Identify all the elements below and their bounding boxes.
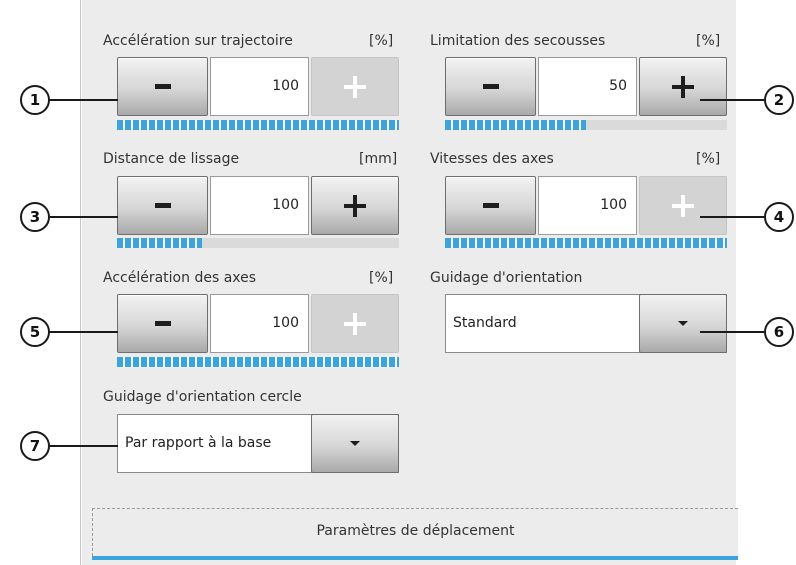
path-accel-label: Accélération sur trajectoire: [103, 33, 293, 49]
orientation-guidance-value: Standard: [453, 315, 517, 331]
level-fill: [445, 238, 727, 248]
callout-3: 3: [20, 202, 50, 232]
jerk-limit-label: Limitation des secousses: [430, 33, 606, 49]
orientation-guidance-label: Guidage d'orientation: [430, 270, 583, 286]
axis-accel-label: Accélération des axes: [103, 270, 257, 286]
level-fill: [117, 357, 399, 367]
jerk-limit-level-bar: [445, 120, 727, 130]
path-accel-plus-button[interactable]: [311, 57, 399, 116]
jerk-limit-unit: [%]: [696, 33, 721, 49]
level-fill: [117, 120, 399, 130]
callout-leader: [46, 445, 118, 447]
tab-underline: [92, 556, 738, 560]
circle-orientation-select[interactable]: Par rapport à la base: [117, 414, 399, 473]
motion-parameters-tab[interactable]: Paramètres de déplacement: [92, 508, 738, 556]
orientation-guidance-select[interactable]: Standard: [445, 294, 727, 353]
circle-orientation-dropdown-button[interactable]: [311, 414, 399, 473]
smoothing-distance-plus-button[interactable]: [311, 176, 399, 235]
panel-margin: [736, 0, 796, 565]
callout-leader: [46, 216, 118, 218]
smoothing-distance-minus-button[interactable]: [117, 176, 208, 235]
smoothing-distance-value[interactable]: 100: [210, 176, 309, 235]
path-accel-value[interactable]: 100: [210, 57, 309, 116]
plus-icon: [672, 75, 694, 98]
axis-speed-label: Vitesses des axes: [430, 151, 554, 167]
callout-6: 6: [764, 317, 794, 347]
callout-1: 1: [20, 85, 50, 115]
smoothing-distance-level-bar: [117, 238, 399, 248]
jerk-limit-plus-button[interactable]: [639, 57, 727, 116]
axis-speed-plus-button[interactable]: [639, 176, 727, 235]
path-accel-unit: [%]: [369, 33, 394, 49]
level-fill: [117, 238, 202, 248]
path-accel-minus-button[interactable]: [117, 57, 208, 116]
callout-5: 5: [20, 317, 50, 347]
axis-accel-level-bar: [117, 357, 399, 367]
level-fill: [445, 120, 586, 130]
axis-speed-unit: [%]: [696, 151, 721, 167]
axis-accel-value[interactable]: 100: [210, 294, 309, 353]
circle-orientation-label: Guidage d'orientation cercle: [103, 389, 302, 405]
axis-speed-level-bar: [445, 238, 727, 248]
axis-accel-minus-button[interactable]: [117, 294, 208, 353]
callout-leader: [700, 99, 766, 101]
plus-icon: [344, 75, 366, 98]
axis-accel-unit: [%]: [369, 270, 394, 286]
circle-orientation-value: Par rapport à la base: [125, 435, 272, 451]
callout-7: 7: [20, 431, 50, 461]
axis-speed-value[interactable]: 100: [538, 176, 637, 235]
orientation-guidance-dropdown-button[interactable]: [639, 294, 727, 353]
plus-icon: [344, 312, 366, 335]
plus-icon: [344, 194, 366, 217]
callout-leader: [700, 331, 766, 333]
triangle-down-icon: [350, 441, 360, 446]
callout-2: 2: [764, 85, 794, 115]
minus-icon: [154, 203, 171, 208]
callout-leader: [46, 99, 118, 101]
smoothing-distance-label: Distance de lissage: [103, 151, 240, 167]
axis-speed-minus-button[interactable]: [445, 176, 536, 235]
jerk-limit-minus-button[interactable]: [445, 57, 536, 116]
minus-icon: [482, 203, 499, 208]
path-accel-level-bar: [117, 120, 399, 130]
triangle-down-icon: [678, 321, 688, 326]
jerk-limit-value[interactable]: 50: [538, 57, 637, 116]
minus-icon: [154, 84, 171, 89]
smoothing-distance-unit: [mm]: [359, 151, 398, 167]
callout-4: 4: [764, 202, 794, 232]
callout-leader: [700, 216, 766, 218]
plus-icon: [672, 194, 694, 217]
callout-leader: [46, 331, 118, 333]
minus-icon: [482, 84, 499, 89]
axis-accel-plus-button[interactable]: [311, 294, 399, 353]
minus-icon: [154, 321, 171, 326]
